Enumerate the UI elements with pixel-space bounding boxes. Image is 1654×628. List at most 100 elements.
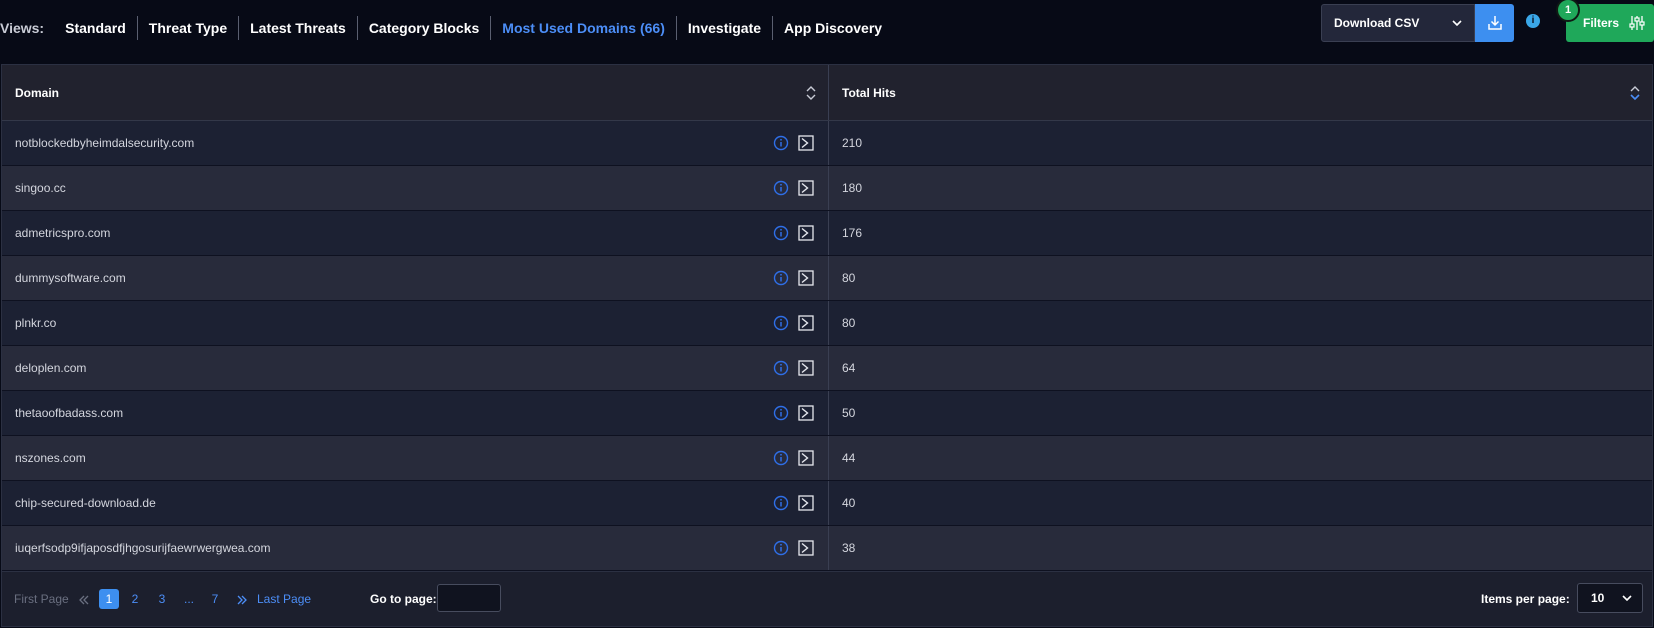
total-hits-value: 180 (842, 181, 863, 195)
row-actions (773, 135, 814, 151)
table-body: notblockedbyheimdalsecurity.com 210 sing… (2, 121, 1652, 571)
row-actions (773, 495, 814, 511)
total-hits-value: 50 (842, 406, 856, 420)
info-icon[interactable]: i (1526, 14, 1540, 28)
table-row: deloplen.com 64 (2, 346, 1652, 391)
row-actions (773, 540, 814, 556)
domain-name: chip-secured-download.de (15, 496, 156, 510)
sum-icon[interactable] (798, 315, 814, 331)
filters-label: Filters (1583, 16, 1620, 30)
info-circle-icon[interactable] (773, 315, 789, 331)
domains-table: Domain Total Hits notblockedbyheimdalsec… (1, 64, 1653, 572)
domain-cell: nszones.com (2, 436, 829, 480)
table-header: Domain Total Hits (2, 65, 1652, 121)
sum-icon[interactable] (798, 405, 814, 421)
tab-category-blocks[interactable]: Category Blocks (358, 16, 492, 40)
page-1[interactable]: 1 (99, 589, 119, 609)
tab-latest-threats[interactable]: Latest Threats (239, 16, 358, 40)
table-row: notblockedbyheimdalsecurity.com 210 (2, 121, 1652, 166)
first-page-link[interactable]: First Page (14, 572, 69, 626)
info-circle-icon[interactable] (773, 180, 789, 196)
sum-icon[interactable] (798, 270, 814, 286)
table-row: admetricspro.com 176 (2, 211, 1652, 256)
row-actions (773, 180, 814, 196)
download-format-select[interactable]: Download CSV (1321, 4, 1475, 42)
domain-name: notblockedbyheimdalsecurity.com (15, 136, 195, 150)
info-circle-icon[interactable] (773, 270, 789, 286)
items-per-page-value: 10 (1591, 591, 1605, 605)
chevron-down-icon (1452, 20, 1462, 26)
items-per-page-select[interactable]: 10 (1577, 583, 1643, 613)
tab-threat-type[interactable]: Threat Type (138, 16, 240, 40)
sliders-icon (1629, 16, 1645, 30)
row-actions (773, 315, 814, 331)
row-actions (773, 450, 814, 466)
total-hits-value: 176 (842, 226, 863, 240)
tab-most-used-domains[interactable]: Most Used Domains (66) (491, 16, 677, 40)
sum-icon[interactable] (798, 495, 814, 511)
goto-page-input[interactable] (437, 584, 501, 612)
column-label-total-hits: Total Hits (842, 85, 896, 100)
table-row: dummysoftware.com 80 (2, 256, 1652, 301)
table-row: singoo.cc 180 (2, 166, 1652, 211)
sum-icon[interactable] (798, 540, 814, 556)
goto-page-label: Go to page: (370, 592, 437, 606)
domain-name: nszones.com (15, 451, 86, 465)
row-actions (773, 405, 814, 421)
tab-standard[interactable]: Standard (54, 16, 138, 40)
info-circle-icon[interactable] (773, 405, 789, 421)
hits-cell: 38 (829, 526, 1652, 570)
sum-icon[interactable] (798, 450, 814, 466)
double-chevron-left-icon[interactable] (78, 572, 90, 626)
hits-cell: 176 (829, 211, 1652, 255)
sum-icon[interactable] (798, 135, 814, 151)
domain-cell: plnkr.co (2, 301, 829, 345)
info-circle-icon[interactable] (773, 360, 789, 376)
page-7[interactable]: 7 (205, 589, 225, 609)
hits-cell: 44 (829, 436, 1652, 480)
info-circle-icon[interactable] (773, 495, 789, 511)
hits-cell: 50 (829, 391, 1652, 435)
sum-icon[interactable] (798, 360, 814, 376)
domain-name: admetricspro.com (15, 226, 111, 240)
domain-name: plnkr.co (15, 316, 57, 330)
total-hits-value: 40 (842, 496, 856, 510)
column-header-total-hits[interactable]: Total Hits (829, 65, 1652, 120)
info-circle-icon[interactable] (773, 450, 789, 466)
domain-cell: admetricspro.com (2, 211, 829, 255)
domain-cell: dummysoftware.com (2, 256, 829, 300)
info-circle-icon[interactable] (773, 540, 789, 556)
last-page-link[interactable]: Last Page (257, 572, 311, 626)
tab-investigate[interactable]: Investigate (677, 16, 774, 40)
double-chevron-right-icon[interactable] (236, 572, 248, 626)
info-circle-icon[interactable] (773, 135, 789, 151)
info-circle-icon[interactable] (773, 225, 789, 241)
views-label: Views: (0, 20, 45, 36)
items-per-page-label: Items per page: (1481, 592, 1570, 606)
chevron-down-icon (1622, 595, 1632, 601)
domain-cell: deloplen.com (2, 346, 829, 390)
hits-cell: 80 (829, 256, 1652, 300)
table-row: thetaoofbadass.com 50 (2, 391, 1652, 436)
table-row: nszones.com 44 (2, 436, 1652, 481)
sort-icon[interactable] (806, 85, 816, 101)
sum-icon[interactable] (798, 180, 814, 196)
row-actions (773, 360, 814, 376)
column-header-domain[interactable]: Domain (2, 65, 829, 120)
download-button[interactable] (1475, 4, 1514, 42)
row-actions (773, 270, 814, 286)
hits-cell: 180 (829, 166, 1652, 210)
page-3[interactable]: 3 (152, 589, 172, 609)
total-hits-value: 210 (842, 136, 863, 150)
sum-icon[interactable] (798, 225, 814, 241)
domain-name: deloplen.com (15, 361, 87, 375)
total-hits-value: 44 (842, 451, 856, 465)
sort-desc-icon[interactable] (1630, 85, 1640, 101)
domain-name: dummysoftware.com (15, 271, 126, 285)
top-bar: Views: Standard Threat Type Latest Threa… (0, 0, 1654, 58)
total-hits-value: 80 (842, 271, 856, 285)
page-ellipsis[interactable]: ... (179, 589, 199, 609)
row-actions (773, 225, 814, 241)
tab-app-discovery[interactable]: App Discovery (773, 16, 893, 40)
page-2[interactable]: 2 (125, 589, 145, 609)
